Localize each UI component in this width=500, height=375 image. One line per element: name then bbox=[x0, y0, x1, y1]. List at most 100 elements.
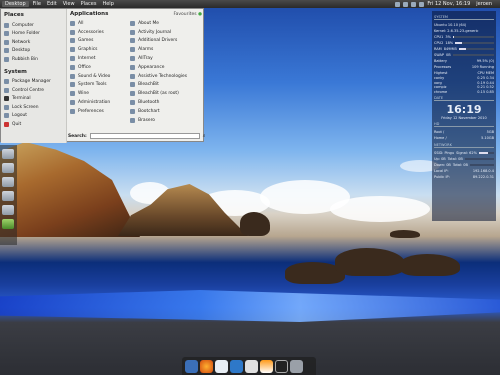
places-panel: Places Computer Home Folder Network Desk… bbox=[1, 9, 67, 143]
assistive-icon bbox=[130, 73, 136, 79]
system-section-header: SYSTEM bbox=[434, 15, 494, 20]
disk-icon[interactable] bbox=[245, 359, 258, 373]
category-item[interactable]: Office bbox=[70, 63, 127, 72]
search-label: Search: bbox=[68, 133, 87, 139]
trash-icon bbox=[4, 56, 9, 62]
desktop-menu-button[interactable]: Desktop bbox=[2, 1, 29, 7]
search-input[interactable] bbox=[89, 133, 200, 139]
place-desktop[interactable]: Desktop bbox=[4, 47, 63, 56]
category-item[interactable]: Games bbox=[70, 37, 127, 46]
app-item[interactable]: About Me bbox=[130, 19, 199, 28]
pictures-folder-icon[interactable] bbox=[2, 177, 14, 187]
menu-view[interactable]: View bbox=[63, 1, 75, 7]
office-icon bbox=[70, 64, 75, 70]
hd-section-header: HD bbox=[434, 122, 494, 127]
places-header: Places bbox=[4, 12, 24, 18]
categories-list: All Accessories Games Graphics Internet … bbox=[70, 19, 127, 125]
category-item[interactable]: Graphics bbox=[70, 45, 127, 54]
wine-icon bbox=[70, 91, 75, 97]
left-dock bbox=[0, 145, 17, 245]
app-item[interactable]: Brasero bbox=[130, 116, 199, 125]
date-section-header: DATE bbox=[434, 96, 494, 101]
app-item[interactable]: Bootchart bbox=[130, 107, 199, 116]
system-logout[interactable]: Logout bbox=[4, 112, 63, 121]
volume-icon[interactable] bbox=[403, 1, 409, 7]
system-header: System bbox=[4, 68, 27, 75]
system-tools-icon bbox=[70, 82, 75, 88]
app-item[interactable]: BleachBit bbox=[130, 81, 199, 90]
home-folder-icon[interactable] bbox=[2, 149, 14, 159]
firefox-icon[interactable] bbox=[200, 359, 213, 373]
music-folder-icon[interactable] bbox=[2, 191, 14, 201]
bleachbit-root-icon bbox=[130, 91, 136, 97]
system-quit[interactable]: Quit bbox=[4, 120, 63, 129]
menu-help[interactable]: Help bbox=[102, 1, 113, 7]
mail-icon[interactable] bbox=[411, 1, 417, 7]
app-item[interactable]: AllTray bbox=[130, 54, 199, 63]
search-icon[interactable]: ⌕ bbox=[203, 133, 206, 139]
home-icon bbox=[4, 31, 9, 37]
app-item[interactable]: Alarms bbox=[130, 45, 199, 54]
category-item[interactable]: Accessories bbox=[70, 28, 127, 37]
bootchart-icon bbox=[130, 108, 136, 114]
place-rubbish[interactable]: Rubbish Bin bbox=[4, 55, 63, 64]
app-item[interactable]: BleachBit (as root) bbox=[130, 89, 199, 98]
app-item[interactable]: Additional Drivers bbox=[130, 37, 199, 46]
system-terminal[interactable]: Terminal bbox=[4, 95, 63, 104]
app-item[interactable]: Activity Journal bbox=[130, 28, 199, 37]
chat-icon[interactable] bbox=[215, 359, 228, 373]
terminal-icon[interactable] bbox=[275, 359, 288, 373]
category-item[interactable]: All bbox=[70, 19, 127, 28]
bluetooth-icon bbox=[130, 100, 136, 106]
pidgin-icon[interactable] bbox=[230, 359, 243, 373]
user-name[interactable]: jeroen bbox=[476, 1, 492, 7]
system-tray bbox=[395, 1, 425, 7]
apps-list: About Me Activity Journal Additional Dri… bbox=[130, 19, 199, 125]
app-item[interactable]: Assistive Technologies bbox=[130, 72, 199, 81]
category-item[interactable]: Sound & Video bbox=[70, 72, 127, 81]
conky-monitor: SYSTEM Ubuntu 10.10 (64) Kernel: 2.6.35-… bbox=[432, 11, 496, 221]
administration-icon bbox=[70, 100, 75, 106]
category-item[interactable]: Wine bbox=[70, 89, 127, 98]
category-item[interactable]: Internet bbox=[70, 54, 127, 63]
place-computer[interactable]: Computer bbox=[4, 21, 63, 30]
network-icon[interactable] bbox=[395, 1, 401, 7]
alltray-icon bbox=[130, 56, 136, 62]
place-home[interactable]: Home Folder bbox=[4, 30, 63, 39]
usage-bar bbox=[455, 42, 494, 44]
trash-icon[interactable] bbox=[290, 359, 303, 373]
system-control-centre[interactable]: Control Centre bbox=[4, 86, 63, 95]
panel-clock[interactable]: Fri 12 Nov, 16:19 bbox=[427, 1, 470, 7]
computer-icon bbox=[4, 22, 9, 28]
battery-icon[interactable] bbox=[419, 1, 425, 7]
documents-folder-icon[interactable] bbox=[2, 163, 14, 173]
usage-bar bbox=[452, 54, 494, 56]
menu-edit[interactable]: Edit bbox=[47, 1, 57, 7]
category-item[interactable]: Preferences bbox=[70, 107, 127, 116]
app-item[interactable]: Bluetooth bbox=[130, 98, 199, 107]
appearance-icon bbox=[130, 64, 136, 70]
usage-bar bbox=[464, 158, 494, 160]
desktop-label: Desktop bbox=[5, 1, 26, 7]
menu-places[interactable]: Places bbox=[81, 1, 97, 7]
vlc-icon[interactable] bbox=[260, 359, 273, 373]
alarms-icon bbox=[130, 47, 136, 53]
place-network[interactable]: Network bbox=[4, 38, 63, 47]
system-package-manager[interactable]: Package Manager bbox=[4, 78, 63, 87]
favourites-button[interactable]: Favourites ● bbox=[173, 12, 202, 17]
category-item[interactable]: System Tools bbox=[70, 81, 127, 90]
applications-header: Applications bbox=[70, 11, 109, 17]
menu-file[interactable]: File bbox=[33, 1, 41, 7]
all-icon bbox=[70, 20, 75, 26]
search-bar: Search: ⌕ bbox=[68, 133, 206, 139]
system-lock-screen[interactable]: Lock Screen bbox=[4, 103, 63, 112]
anchor-icon[interactable] bbox=[185, 359, 198, 373]
disk-row: Home /5.10GB bbox=[434, 136, 494, 140]
category-item[interactable]: Administration bbox=[70, 98, 127, 107]
app-item[interactable]: Appearance bbox=[130, 63, 199, 72]
applications-panel: Applications Favourites ● All Accessorie… bbox=[67, 9, 205, 143]
videos-folder-icon[interactable] bbox=[2, 205, 14, 215]
usage-bar bbox=[458, 48, 494, 50]
downloads-folder-icon[interactable] bbox=[2, 219, 14, 229]
lock-icon bbox=[4, 104, 9, 110]
